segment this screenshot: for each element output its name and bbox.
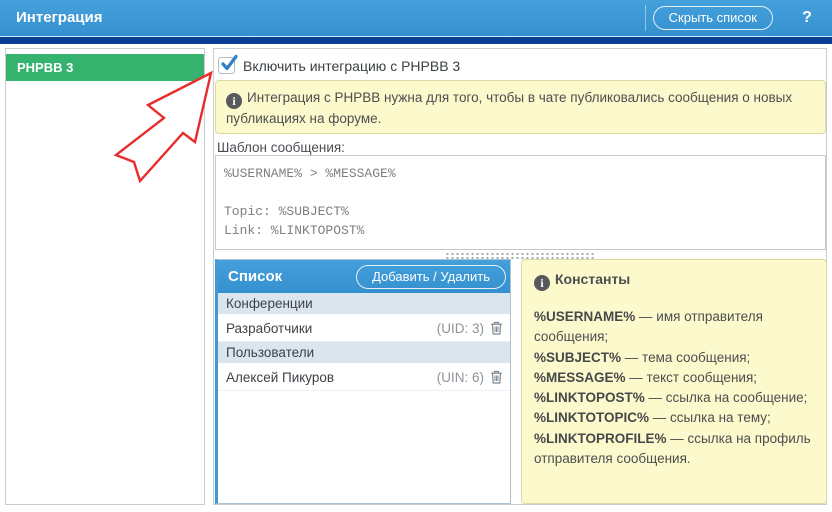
constants-title-text: Константы: [555, 271, 630, 287]
message-template-label: Шаблон сообщения:: [217, 140, 345, 155]
list-item-id: (UID: 3): [437, 321, 484, 336]
message-template-input[interactable]: %USERNAME% > %MESSAGE% Topic: %SUBJECT% …: [215, 155, 826, 250]
enable-integration-label: Включить интеграцию с PHPBB 3: [243, 58, 460, 74]
constant-username: %USERNAME% — имя отправителя сообщения;: [534, 307, 814, 348]
list-item-id: (UIN: 6): [437, 370, 484, 385]
checkmark-icon: [220, 55, 238, 73]
sidebar-item-phpbb3[interactable]: PHPBB 3: [6, 54, 204, 81]
header-divider: [645, 5, 646, 31]
integration-info-note: Интеграция с PHPBB нужна для того, чтобы…: [215, 80, 826, 134]
list-item-label: Разработчики: [226, 321, 312, 336]
constant-subject: %SUBJECT% — тема сообщения;: [534, 348, 814, 368]
integration-settings-panel: Включить интеграцию с PHPBB 3 Интеграция…: [213, 48, 827, 505]
enable-integration-row[interactable]: Включить интеграцию с PHPBB 3: [218, 57, 460, 74]
list-item-developers[interactable]: Разработчики (UID: 3): [218, 315, 510, 342]
page-title: Интеграция: [16, 0, 102, 36]
add-remove-button[interactable]: Добавить / Удалить: [356, 265, 506, 289]
info-icon: [226, 93, 242, 109]
constant-message: %MESSAGE% — текст сообщения;: [534, 368, 814, 388]
hide-list-button[interactable]: Скрыть список: [653, 6, 773, 30]
top-header-bar: Интеграция Скрыть список ?: [0, 0, 832, 44]
list-panel-title: Список: [228, 268, 282, 285]
constant-linktotopic: %LINKTOTOPIC% — ссылка на тему;: [534, 408, 814, 428]
constant-linktoprofile: %LINKTOPROFILE% — ссылка на профиль отпр…: [534, 429, 814, 470]
header-blue-strip: Интеграция Скрыть список ?: [0, 0, 832, 37]
info-icon: [534, 275, 550, 291]
trash-icon[interactable]: [490, 321, 503, 335]
list-item-user[interactable]: Алексей Пикуров (UIN: 6): [218, 364, 510, 391]
enable-integration-checkbox[interactable]: [218, 57, 235, 74]
recipients-list-panel: Список Добавить / Удалить Конференции Ра…: [215, 259, 511, 504]
header-bottom-border: [0, 37, 832, 44]
list-panel-header: Список Добавить / Удалить: [218, 260, 510, 293]
list-group-conferences: Конференции: [218, 293, 510, 315]
constants-panel: Константы %USERNAME% — имя отправителя с…: [521, 259, 827, 504]
constants-panel-title: Константы: [534, 269, 814, 291]
list-item-label: Алексей Пикуров: [226, 370, 334, 385]
constant-linktopost: %LINKTOPOST% — ссылка на сообщение;: [534, 388, 814, 408]
help-button[interactable]: ?: [790, 0, 824, 36]
trash-icon[interactable]: [490, 370, 503, 384]
integration-sidebar: PHPBB 3: [5, 48, 205, 505]
list-group-users: Пользователи: [218, 342, 510, 364]
info-note-text: Интеграция с PHPBB нужна для того, чтобы…: [226, 90, 792, 126]
